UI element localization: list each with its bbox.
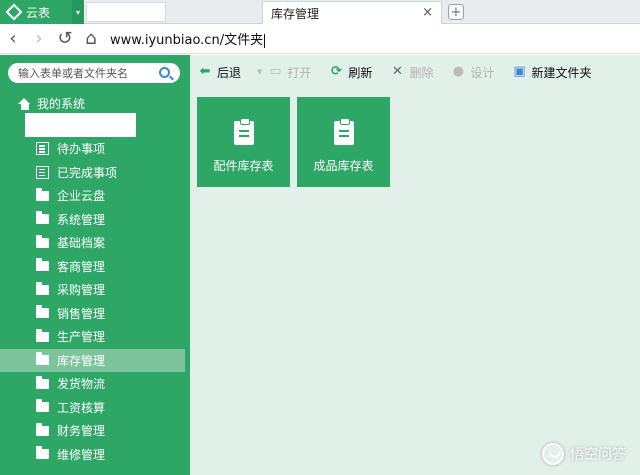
sidebar-item-label: 基础档案 bbox=[57, 236, 106, 251]
folder-icon bbox=[36, 281, 49, 295]
sidebar-root[interactable]: 我的系统 bbox=[18, 95, 85, 112]
new-tab-button[interactable]: + bbox=[448, 4, 464, 20]
toolbar: ⬅ 后退 ▼ ▭ 打开 ⟳ 刷新 ✕ 删除 ● 设计 ▣ 新建文件夹 bbox=[190, 55, 640, 89]
sidebar-item-label: 销售管理 bbox=[57, 306, 106, 321]
watermark-logo-icon bbox=[542, 443, 564, 465]
sidebar-item[interactable]: 库存管理 bbox=[0, 348, 185, 372]
sidebar-item-label: 财务管理 bbox=[57, 424, 106, 439]
home-icon bbox=[18, 97, 31, 110]
user-box bbox=[25, 113, 136, 137]
open-button[interactable]: ▭ 打开 bbox=[268, 64, 311, 81]
sidebar-item-label: 发货物流 bbox=[57, 377, 106, 392]
back-icon: ⬅ bbox=[199, 64, 211, 79]
sidebar-item-label: 客商管理 bbox=[57, 259, 106, 274]
tab-title: 库存管理 bbox=[271, 6, 320, 21]
sidebar-item[interactable]: 工资核算 bbox=[0, 396, 190, 420]
design-button[interactable]: ● 设计 bbox=[451, 64, 495, 81]
doc-icon bbox=[36, 142, 49, 156]
open-button-label: 打开 bbox=[287, 65, 312, 80]
folder-icon bbox=[36, 234, 49, 248]
folder-icon bbox=[36, 352, 49, 366]
clipboard-icon bbox=[333, 118, 354, 145]
delete-button-label: 删除 bbox=[409, 65, 434, 80]
sidebar-item[interactable]: 维修管理 bbox=[0, 443, 190, 467]
sidebar-root-label: 我的系统 bbox=[37, 97, 86, 111]
tab-bar: 云表 ▾ 库存管理 × + bbox=[0, 0, 640, 24]
delete-icon: ✕ bbox=[391, 64, 403, 79]
sidebar-item-label: 待办事项 bbox=[57, 142, 106, 157]
reload-icon[interactable]: ↺ bbox=[52, 26, 78, 52]
design-button-label: 设计 bbox=[470, 65, 495, 80]
main-panel: ⬅ 后退 ▼ ▭ 打开 ⟳ 刷新 ✕ 删除 ● 设计 ▣ 新建文件夹 配件库存表… bbox=[190, 55, 640, 475]
folder-icon bbox=[36, 328, 49, 342]
sidebar-search bbox=[8, 63, 180, 83]
back-button[interactable]: ⬅ 后退 bbox=[198, 64, 241, 81]
folder-icon bbox=[36, 446, 49, 460]
sidebar-item[interactable]: 系统管理 bbox=[0, 208, 190, 232]
tile-parts-inventory[interactable]: 配件库存表 bbox=[197, 97, 290, 187]
folder-icon bbox=[36, 211, 49, 225]
sidebar-item[interactable]: 企业云盘 bbox=[0, 184, 190, 208]
sidebar-item-label: 生产管理 bbox=[57, 330, 106, 345]
sidebar-item-label: 系统管理 bbox=[57, 212, 106, 227]
sidebar-item-label: 已完成事项 bbox=[57, 165, 118, 180]
sidebar-item-label: 企业云盘 bbox=[57, 189, 106, 204]
refresh-button-label: 刷新 bbox=[348, 65, 373, 80]
sidebar-item[interactable]: 基础档案 bbox=[0, 231, 190, 255]
tile-finished-goods-inventory[interactable]: 成品库存表 bbox=[297, 97, 390, 187]
sidebar-item-label: 维修管理 bbox=[57, 447, 106, 462]
folder-icon bbox=[36, 305, 49, 319]
sidebar-item[interactable]: 财务管理 bbox=[0, 419, 190, 443]
folder-icon bbox=[36, 399, 49, 413]
clipboard-icon bbox=[233, 118, 254, 145]
url-field[interactable]: www.iyunbiao.cn/文件夹 bbox=[110, 29, 266, 48]
address-bar: ‹ › ↺ ⌂ www.iyunbiao.cn/文件夹 bbox=[0, 24, 640, 54]
sidebar-item[interactable]: 采购管理 bbox=[0, 278, 190, 302]
brand-logo-icon bbox=[5, 3, 23, 21]
search-icon[interactable] bbox=[159, 67, 170, 78]
tile-label: 配件库存表 bbox=[213, 159, 274, 173]
sidebar-item[interactable]: 已完成事项 bbox=[0, 161, 190, 185]
watermark: 悟空问答 bbox=[542, 443, 626, 465]
tab-blank[interactable] bbox=[86, 2, 166, 22]
sidebar-item-label: 工资核算 bbox=[57, 400, 106, 415]
folder-icon bbox=[36, 422, 49, 436]
new-folder-button[interactable]: ▣ 新建文件夹 bbox=[512, 64, 591, 81]
sidebar-item[interactable]: 客商管理 bbox=[0, 255, 190, 279]
sidebar-item[interactable]: 发货物流 bbox=[0, 372, 190, 396]
watermark-text: 悟空问答 bbox=[570, 447, 626, 463]
refresh-icon: ⟳ bbox=[330, 64, 342, 79]
folder-icon bbox=[36, 258, 49, 272]
brand-dropdown-button[interactable]: ▾ bbox=[72, 0, 84, 24]
brand-label: 云表 bbox=[26, 5, 51, 20]
sidebar-nav-list: 待办事项已完成事项企业云盘系统管理基础档案客商管理采购管理销售管理生产管理库存管… bbox=[0, 137, 190, 466]
tile-label: 成品库存表 bbox=[313, 159, 374, 173]
delete-button[interactable]: ✕ 删除 bbox=[390, 64, 433, 81]
sidebar-item[interactable]: 待办事项 bbox=[0, 137, 190, 161]
sidebar-item[interactable]: 生产管理 bbox=[0, 325, 190, 349]
brand-menu-button[interactable]: 云表 bbox=[0, 0, 72, 24]
sidebar: 我的系统 待办事项已完成事项企业云盘系统管理基础档案客商管理采购管理销售管理生产… bbox=[0, 55, 190, 475]
forward-arrow-icon[interactable]: › bbox=[26, 26, 52, 52]
sidebar-item[interactable]: 销售管理 bbox=[0, 302, 190, 326]
new-folder-icon: ▣ bbox=[513, 64, 526, 79]
folder-icon bbox=[36, 375, 49, 389]
tab-close-icon[interactable]: × bbox=[422, 5, 433, 20]
open-folder-icon: ▭ bbox=[269, 64, 282, 79]
doc-icon bbox=[36, 165, 49, 179]
refresh-button[interactable]: ⟳ 刷新 bbox=[329, 64, 372, 81]
palette-icon: ● bbox=[452, 64, 465, 79]
home-nav-icon[interactable]: ⌂ bbox=[78, 26, 104, 52]
sidebar-item-label: 采购管理 bbox=[57, 283, 106, 298]
folder-icon bbox=[36, 187, 49, 201]
text-cursor bbox=[264, 33, 266, 48]
url-text: www.iyunbiao.cn/文件夹 bbox=[110, 33, 264, 48]
back-dropdown-icon[interactable]: ▼ bbox=[257, 68, 262, 76]
search-input[interactable] bbox=[18, 66, 148, 80]
back-button-label: 后退 bbox=[217, 65, 242, 80]
tab-inventory-management[interactable]: 库存管理 × bbox=[262, 1, 442, 24]
sidebar-item-label: 库存管理 bbox=[57, 353, 106, 368]
back-arrow-icon[interactable]: ‹ bbox=[0, 26, 26, 52]
new-folder-button-label: 新建文件夹 bbox=[531, 65, 592, 80]
